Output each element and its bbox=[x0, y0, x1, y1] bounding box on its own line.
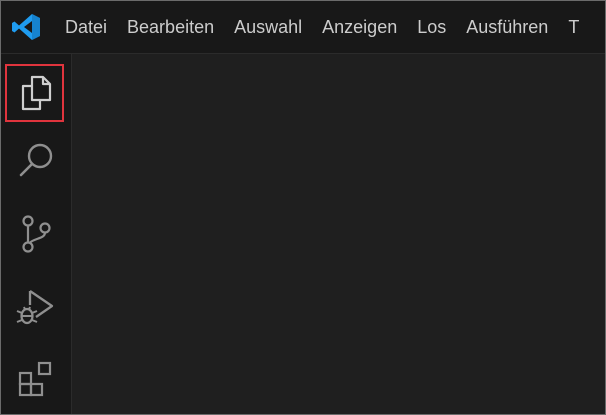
activity-item-explorer[interactable] bbox=[1, 58, 71, 128]
activity-item-source-control[interactable] bbox=[1, 199, 71, 269]
activity-item-run-debug[interactable] bbox=[1, 272, 71, 342]
menu-item-anzeigen[interactable]: Anzeigen bbox=[312, 7, 407, 47]
menu-item-terminal-truncated[interactable]: T bbox=[558, 7, 589, 47]
vscode-logo-icon bbox=[12, 14, 40, 40]
run-and-debug-icon bbox=[16, 290, 54, 325]
activity-item-search[interactable] bbox=[1, 125, 71, 195]
menu-item-auswahl[interactable]: Auswahl bbox=[224, 7, 312, 47]
menu-item-los[interactable]: Los bbox=[407, 7, 456, 47]
editor-area[interactable] bbox=[72, 54, 605, 414]
vscode-window: Datei Bearbeiten Auswahl Anzeigen Los Au… bbox=[0, 0, 606, 415]
extensions-icon bbox=[18, 361, 52, 397]
search-icon bbox=[19, 143, 53, 177]
activity-item-extensions[interactable] bbox=[1, 344, 71, 414]
title-bar: Datei Bearbeiten Auswahl Anzeigen Los Au… bbox=[1, 1, 605, 54]
menu-item-datei[interactable]: Datei bbox=[55, 7, 117, 47]
source-control-icon bbox=[22, 215, 51, 253]
menu-item-ausfuehren[interactable]: Ausführen bbox=[456, 7, 558, 47]
explorer-files-icon bbox=[21, 75, 52, 111]
menu-item-bearbeiten[interactable]: Bearbeiten bbox=[117, 7, 224, 47]
menu-bar: Datei Bearbeiten Auswahl Anzeigen Los Au… bbox=[55, 1, 589, 53]
activity-bar bbox=[1, 54, 72, 414]
